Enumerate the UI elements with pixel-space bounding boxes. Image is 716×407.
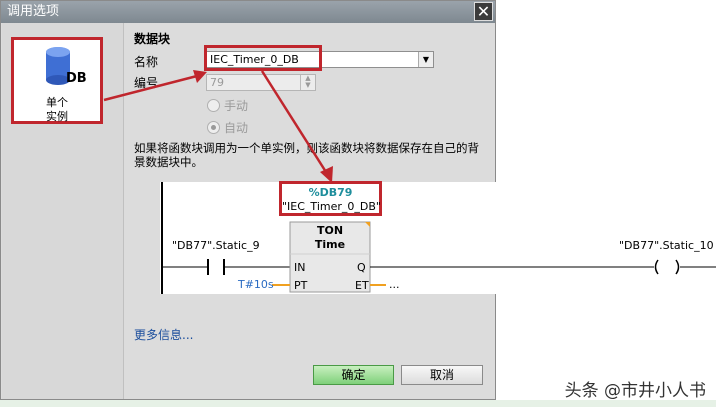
name-highlight-box (204, 45, 322, 71)
datablock-section-title: 数据块 (134, 32, 171, 46)
pin-in: IN (294, 261, 306, 274)
et-value: ... (389, 278, 400, 291)
description-text: 如果将函数块调用为一个单实例，则该函数块将数据保存在自己的背景数据块中。 (134, 141, 479, 169)
block-type: TON (316, 224, 344, 237)
chevron-down-icon[interactable]: ▼ (418, 52, 433, 67)
close-button[interactable]: ✕ (474, 2, 493, 21)
db-instance-name: "IEC_Timer_0_DB" (282, 200, 381, 213)
block-subtype: Time (314, 238, 346, 251)
database-icon: DB (46, 47, 87, 86)
number-stepper: 79 ▲ ▼ (206, 74, 316, 91)
pin-et: ET (355, 279, 369, 292)
db-address: %DB79 (308, 186, 353, 199)
more-info-link[interactable]: 更多信息... (134, 326, 193, 343)
radio-auto-icon (207, 121, 220, 134)
dialog-title: 调用选项 (7, 4, 60, 19)
radio-auto[interactable]: 自动 (207, 119, 248, 136)
watermark-text: 头条 @市井小人书 (564, 381, 706, 401)
pin-q: Q (357, 261, 366, 274)
ok-button[interactable]: 确定 (313, 365, 394, 385)
pin-pt: PT (294, 279, 308, 292)
db-label-box: %DB79 "IEC_Timer_0_DB" (279, 181, 382, 216)
coil-right (675, 259, 680, 275)
radio-manual[interactable]: 手动 (207, 97, 248, 114)
number-value: 79 (210, 76, 224, 89)
single-instance-option[interactable]: DB 单个 实例 (11, 37, 103, 124)
output-tag: "DB77".Static_10 (619, 239, 714, 252)
number-label: 编号 (134, 76, 159, 90)
cancel-button[interactable]: 取消 (401, 365, 483, 385)
input-tag: "DB77".Static_9 (172, 239, 260, 252)
single-instance-label: 单个 实例 (46, 96, 68, 123)
bottom-strip (0, 400, 716, 407)
db-icon-text: DB (66, 71, 87, 86)
coil-left (654, 259, 659, 275)
name-label: 名称 (134, 55, 159, 69)
radio-manual-icon (207, 99, 220, 112)
dialog-titlebar: 调用选项 ✕ (1, 1, 495, 23)
spin-arrows-icon: ▲ ▼ (300, 75, 315, 90)
pt-value: T#10s (238, 278, 274, 291)
